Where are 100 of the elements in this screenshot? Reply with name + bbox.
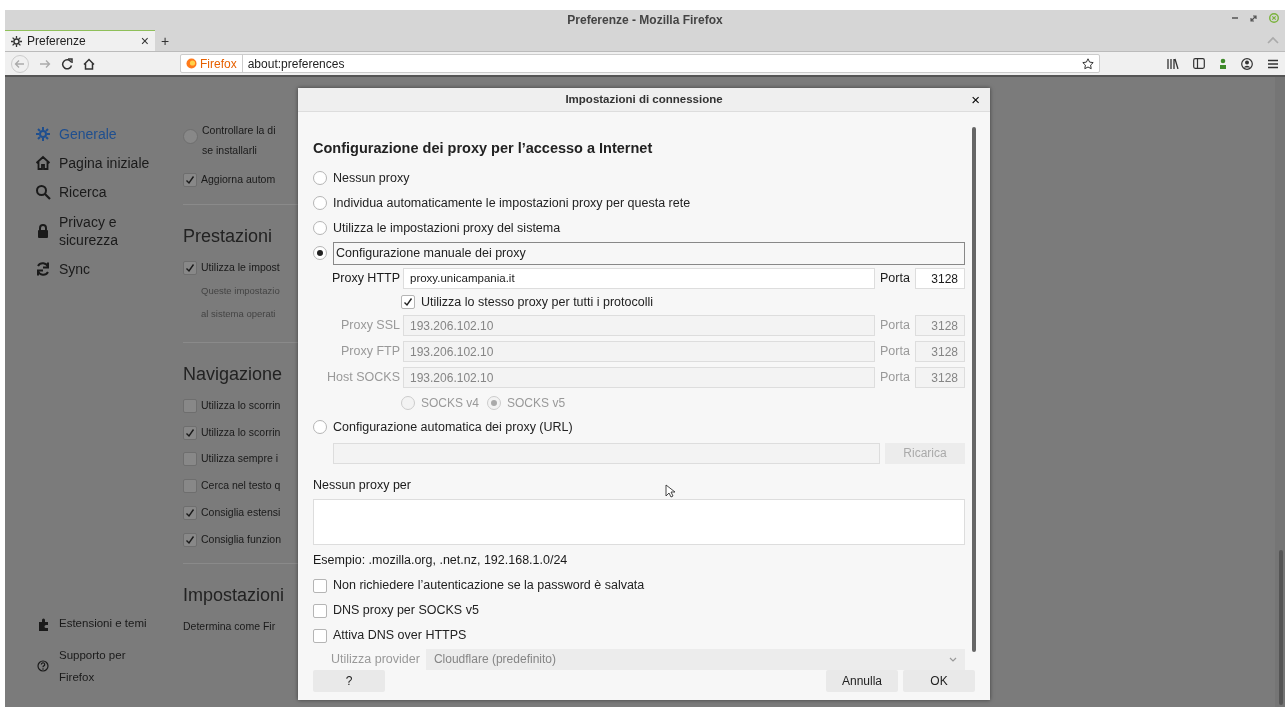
checkbox[interactable] [313,628,327,643]
section-heading: Prestazioni [183,224,274,248]
field-label: Host SOCKS [326,369,400,387]
tab-title: Preferenze [27,33,87,50]
description-text: Determina come Fir [183,619,277,635]
address-bar[interactable]: Firefox about:preferences [180,54,1100,73]
bookmark-star-icon[interactable] [1082,57,1094,70]
back-icon[interactable] [11,54,29,73]
port-field[interactable]: 3128 [915,268,965,289]
sidebar-item[interactable]: Pagina iniziale [35,154,178,173]
proxy-field[interactable]: proxy.unicampania.it [403,268,875,289]
sync-icon [35,261,51,278]
scrollbar-thumb[interactable] [972,126,976,652]
radio-button[interactable] [313,171,327,185]
cancel-button[interactable]: Annulla [826,670,898,692]
option-label: Configurazione automatica dei proxy (URL) [333,418,573,436]
gear-icon [35,126,51,143]
section-heading: Impostazioni [183,584,286,608]
menu-icon[interactable] [1267,58,1279,69]
identity-label: Firefox [200,55,237,73]
scrollbar[interactable] [1275,77,1285,707]
option-label: Aggiorna autom [201,171,276,187]
option-label[interactable]: Configurazione manuale dei proxy [333,241,965,265]
new-tab-button[interactable]: + [161,34,170,48]
field-label: Porta [879,369,911,387]
option-label: SOCKS v4 [421,394,480,412]
field-label: Proxy HTTP [330,270,400,288]
person-icon[interactable] [1219,58,1227,69]
scrollbar-thumb[interactable] [1279,550,1283,705]
sidebar-item[interactable]: Ricerca [35,183,178,202]
check-icon [185,534,195,545]
check-icon [185,262,195,273]
ok-button[interactable]: OK [903,670,975,692]
browser-logo-icon [186,58,197,69]
reload-icon[interactable] [61,57,73,70]
field-label: Porta [879,270,911,288]
dialog-title: Impostazioni di connessione [565,91,723,107]
option-label[interactable]: Individua automaticamente le impostazioni proxy per questa rete [333,193,691,213]
checkbox[interactable] [183,452,197,467]
maximize-icon[interactable] [1250,14,1257,22]
text-area[interactable] [313,499,965,546]
account-icon[interactable] [1241,57,1253,70]
field-label: Porta [879,343,911,361]
search-icon [35,184,51,201]
puzzle-icon [37,617,49,632]
option-label: Cerca nel testo q [201,478,281,494]
option-label: Utilizza le impost [201,259,280,275]
option-label: Utilizza lo scorrin [201,397,281,413]
chevron-down-icon [949,656,957,662]
checkbox[interactable] [183,479,197,494]
option-label[interactable]: Nessun proxy [333,168,410,188]
sidebar-item[interactable]: Privacy e sicurezza [35,212,178,249]
checkbox[interactable] [313,578,327,593]
close-icon[interactable] [1269,13,1279,23]
option-label: Controllare la di [202,123,276,138]
field-label: Proxy SSL [339,317,400,335]
radio-button[interactable] [313,196,327,210]
sidebar-icon[interactable] [1193,58,1205,69]
help-icon [37,660,49,675]
home-icon[interactable] [83,57,95,70]
sidebar-link[interactable]: Supporto per Firefox [37,645,147,689]
option-label: DNS proxy per SOCKS v5 [333,602,479,620]
scroll-up-icon[interactable] [1267,36,1279,44]
url-field[interactable] [333,442,880,464]
sidebar-link[interactable]: Estensioni e temi [37,613,147,636]
close-button[interactable]: × [971,92,980,107]
option-label: SOCKS v5 [507,394,566,412]
checkbox[interactable] [183,505,197,520]
help-button[interactable]: ? [313,670,385,692]
browser-tab[interactable]: Preferenze × [5,29,155,51]
radio-button[interactable] [313,420,327,434]
library-icon[interactable] [1167,58,1179,69]
field-label: Porta [879,317,911,335]
cursor-icon [665,484,675,498]
checkbox[interactable] [183,425,197,440]
forward-icon[interactable] [39,57,51,70]
checkbox[interactable] [183,532,197,547]
option-label: se installarli [202,142,258,158]
checkbox[interactable] [401,295,415,309]
minimize-icon[interactable] [1232,15,1238,21]
window-title: Preferenze - Mozilla Firefox [567,12,723,29]
section-heading: Configurazione dei proxy per l’accesso a Internet [313,138,654,158]
radio-button[interactable] [313,246,327,260]
field-label: Proxy FTP [339,343,400,361]
tab-close-button[interactable]: × [140,34,149,48]
hint-text: Esempio: .mozilla.org, .net.nz, 192.168.1.0/24 [313,552,568,570]
option-label: Consiglia estensi [201,504,281,520]
sidebar-item[interactable]: Sync [35,259,178,279]
gear-icon [11,35,22,47]
field-label: Nessun proxy per [313,476,411,494]
section-heading: Navigazione [183,362,284,386]
checkbox[interactable] [183,260,197,275]
check-icon [185,427,195,438]
checkbox[interactable] [183,398,197,413]
option-label: Attiva DNS over HTTPS [333,627,467,645]
check-icon [185,507,195,518]
option-label[interactable]: Utilizza le impostazioni proxy del sistema [333,218,561,238]
radio-button[interactable] [313,221,327,235]
checkbox[interactable] [183,172,197,187]
checkbox[interactable] [313,603,327,618]
